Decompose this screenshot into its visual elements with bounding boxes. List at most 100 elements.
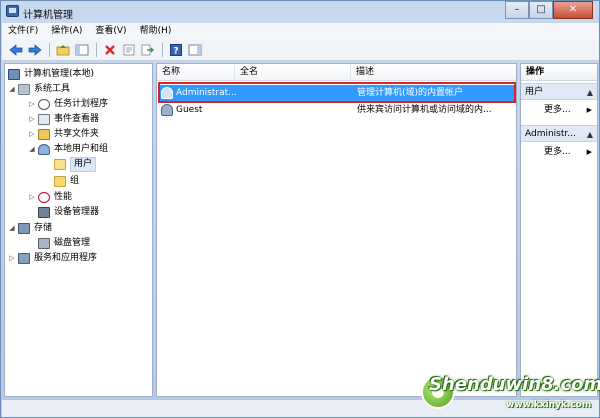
- action-more-label: 更多...: [544, 105, 571, 115]
- toolbar-separator: [96, 43, 97, 57]
- caption-buttons: – □ ✕: [505, 1, 593, 19]
- delete-icon[interactable]: [101, 42, 118, 58]
- tree-item-system-tools[interactable]: ◢ 系统工具: [8, 82, 70, 97]
- watermark-url: www.kxinyk.com: [506, 400, 592, 410]
- show-action-pane-icon[interactable]: [186, 42, 203, 58]
- export-icon[interactable]: [139, 42, 156, 58]
- menu-file[interactable]: 文件(F): [8, 23, 38, 40]
- tree-item-task-scheduler[interactable]: ▷ 任务计划程序: [28, 97, 108, 112]
- tree-item-groups[interactable]: 组: [54, 174, 79, 189]
- column-header-fullname[interactable]: 全名: [235, 64, 351, 81]
- tools-icon: [18, 84, 30, 95]
- expand-arrow-icon[interactable]: ▷: [28, 112, 36, 127]
- tree-item-label: 共享文件夹: [54, 129, 100, 139]
- tree-item-label: 磁盘管理: [54, 238, 91, 248]
- services-icon: [18, 253, 30, 264]
- action-more-label: 更多...: [544, 147, 571, 157]
- tree-item-label: 服务和应用程序: [34, 253, 98, 263]
- tree-item-disk-management[interactable]: 磁盘管理: [38, 236, 90, 251]
- watermark-brand: Shenduwin8.com: [429, 374, 600, 395]
- collapse-up-icon: ▲: [586, 130, 593, 139]
- expand-arrow-icon[interactable]: ▷: [8, 251, 16, 266]
- show-hide-tree-icon[interactable]: [73, 42, 90, 58]
- column-header-description[interactable]: 描述: [351, 64, 516, 81]
- tree-item-label: 用户: [70, 157, 97, 172]
- tree-item-label: 性能: [54, 192, 73, 202]
- cell-description: 供来宾访问计算机或访问域的内...: [357, 105, 492, 115]
- tree-item-users[interactable]: 用户: [54, 157, 97, 172]
- clock-icon: [38, 99, 50, 110]
- shared-folder-icon: [38, 129, 50, 140]
- computer-management-window: 计算机管理 – □ ✕ 文件(F) 操作(A) 查看(V) 帮助(H) ? 计算…: [0, 0, 600, 418]
- window-title: 计算机管理: [23, 10, 73, 21]
- tree-item-storage[interactable]: ◢ 存储: [8, 221, 52, 236]
- users-icon: [38, 144, 50, 155]
- event-log-icon: [38, 114, 50, 125]
- folder-icon: [54, 176, 66, 187]
- tree-item-device-manager[interactable]: 设备管理器: [38, 205, 99, 220]
- collapse-arrow-icon[interactable]: ◢: [28, 142, 36, 157]
- tree-item-label: 事件查看器: [54, 114, 100, 124]
- table-row-guest[interactable]: Guest 供来宾访问计算机或访问域的内...: [158, 102, 515, 118]
- menu-bar: 文件(F) 操作(A) 查看(V) 帮助(H): [2, 23, 599, 40]
- action-section-label: Administr...: [525, 129, 576, 139]
- menu-help[interactable]: 帮助(H): [140, 23, 172, 40]
- expand-arrow-icon[interactable]: ▷: [28, 190, 36, 205]
- submenu-arrow-icon: ▶: [586, 106, 592, 114]
- table-row-administrator[interactable]: Administrat... 管理计算机(域)的内置帐户: [158, 85, 515, 101]
- up-folder-icon[interactable]: [54, 42, 71, 58]
- console-tree: 计算机管理(本地) ◢ 系统工具 ▷ 任务计划程序 ▷ 事件查看器 ▷ 共享文件…: [4, 63, 153, 397]
- action-more-users[interactable]: 更多... ▶: [521, 103, 597, 118]
- toolbar-separator: [162, 43, 163, 57]
- tree-item-local-users-groups[interactable]: ◢ 本地用户和组: [28, 142, 108, 157]
- tree-item-shared-folders[interactable]: ▷ 共享文件夹: [28, 127, 99, 142]
- menu-view[interactable]: 查看(V): [95, 23, 126, 40]
- back-arrow-icon[interactable]: [7, 42, 24, 58]
- expand-arrow-icon[interactable]: ▷: [28, 127, 36, 142]
- user-icon: [161, 87, 173, 99]
- submenu-arrow-icon: ▶: [586, 148, 592, 156]
- storage-icon: [18, 223, 30, 234]
- tree-item-label: 存储: [34, 223, 53, 233]
- menu-action[interactable]: 操作(A): [51, 23, 82, 40]
- action-more-administrator[interactable]: 更多... ▶: [521, 145, 597, 160]
- column-header-name[interactable]: 名称: [157, 64, 235, 81]
- cell-name: Administrat...: [176, 88, 236, 98]
- maximize-button[interactable]: □: [529, 1, 553, 19]
- tree-item-label: 设备管理器: [54, 207, 100, 217]
- watermark: Shenduwin8.com www.kxinyk.com: [421, 369, 600, 417]
- toolbar-separator: [49, 43, 50, 57]
- disk-icon: [38, 238, 50, 249]
- action-pane-title: 操作: [521, 64, 597, 81]
- properties-icon[interactable]: [120, 42, 137, 58]
- tree-item-label: 系统工具: [34, 84, 71, 94]
- tree-item-label: 计算机管理(本地): [24, 69, 95, 79]
- tree-item-root[interactable]: 计算机管理(本地): [8, 67, 94, 82]
- toolbar: ?: [2, 40, 599, 61]
- tree-item-event-viewer[interactable]: ▷ 事件查看器: [28, 112, 99, 127]
- computer-icon: [8, 69, 20, 80]
- title-bar[interactable]: 计算机管理 – □ ✕: [1, 1, 599, 23]
- user-list: 名称 全名 描述 Administrat... 管理计算机(域)的内置帐户 Gu…: [156, 63, 517, 397]
- tree-item-label: 组: [70, 176, 80, 186]
- performance-icon: [38, 192, 50, 203]
- collapse-up-icon: ▲: [586, 88, 593, 97]
- collapse-arrow-icon[interactable]: ◢: [8, 221, 16, 236]
- svg-text:?: ?: [173, 47, 178, 57]
- tree-item-services-apps[interactable]: ▷ 服务和应用程序: [8, 251, 97, 266]
- cell-name: Guest: [176, 105, 203, 115]
- action-section-label: 用户: [525, 87, 544, 97]
- forward-arrow-icon[interactable]: [26, 42, 43, 58]
- expand-arrow-icon[interactable]: ▷: [28, 97, 36, 112]
- tree-item-performance[interactable]: ▷ 性能: [28, 190, 72, 205]
- help-icon[interactable]: ?: [167, 42, 184, 58]
- computer-management-icon: [6, 5, 19, 17]
- action-section-administrator[interactable]: Administr... ▲: [521, 125, 597, 142]
- list-header: 名称 全名 描述: [157, 64, 516, 81]
- minimize-button[interactable]: –: [505, 1, 529, 19]
- action-section-users[interactable]: 用户 ▲: [521, 83, 597, 100]
- close-button[interactable]: ✕: [553, 1, 593, 19]
- collapse-arrow-icon[interactable]: ◢: [8, 82, 16, 97]
- tree-item-label: 本地用户和组: [54, 144, 109, 154]
- device-manager-icon: [38, 207, 50, 218]
